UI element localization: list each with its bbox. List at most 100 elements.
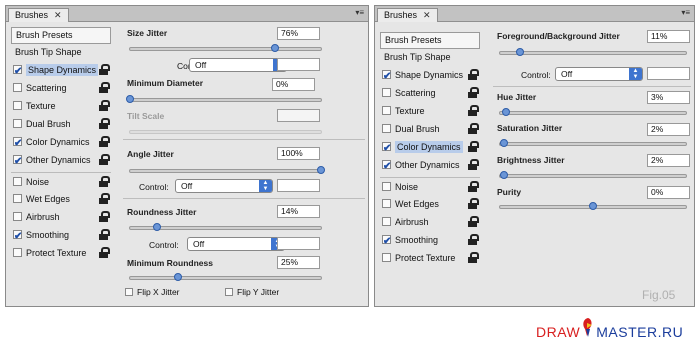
lock-icon[interactable] — [468, 159, 479, 170]
fg-bg-control-select[interactable]: Off ▲ ▼ — [555, 67, 643, 81]
slider-thumb[interactable] — [516, 48, 525, 56]
checkbox-unchecked[interactable] — [13, 194, 22, 203]
sidebar-item-other-dynamics[interactable]: ✔ Other Dynamics — [11, 151, 111, 169]
fg-bg-control-field[interactable] — [647, 67, 690, 80]
checkbox-checked[interactable]: ✔ — [13, 155, 22, 167]
hue-jitter-slider[interactable] — [499, 108, 687, 116]
checkbox-checked[interactable]: ✔ — [382, 160, 391, 172]
slider-thumb[interactable] — [317, 166, 325, 174]
slider-thumb[interactable] — [271, 44, 280, 52]
sidebar-item-shape-dynamics[interactable]: ✔ Shape Dynamics — [11, 61, 111, 79]
angle-control-select[interactable]: Off ▲ ▼ — [175, 179, 273, 193]
checkbox-unchecked[interactable] — [382, 182, 391, 191]
checkbox-unchecked[interactable] — [13, 101, 22, 110]
minimum-diameter-slider[interactable] — [126, 95, 322, 103]
checkbox-checked[interactable]: ✔ — [382, 142, 391, 154]
lock-icon[interactable] — [99, 176, 110, 187]
checkbox-unchecked[interactable] — [382, 217, 391, 226]
flip-y-jitter-checkbox[interactable]: Flip Y Jitter — [225, 287, 279, 297]
sidebar-item-color-dynamics[interactable]: ✔ Color Dynamics — [11, 133, 111, 151]
fg-bg-jitter-slider[interactable] — [499, 48, 687, 56]
checkbox-checked[interactable]: ✔ — [382, 235, 391, 247]
size-control-select[interactable]: Off▲▼ — [189, 58, 287, 72]
checkbox-unchecked[interactable] — [13, 248, 22, 257]
sidebar-item-wet-edges[interactable]: Wet Edges — [380, 195, 480, 213]
checkbox-checked[interactable]: ✔ — [13, 65, 22, 77]
panel-menu-icon[interactable]: ▾≡ — [681, 8, 690, 17]
lock-icon[interactable] — [99, 64, 110, 75]
roundness-control-select[interactable]: Off▲▼ — [187, 237, 285, 251]
checkbox-checked[interactable]: ✔ — [13, 137, 22, 149]
checkbox-checked[interactable]: ✔ — [382, 70, 391, 82]
purity-value[interactable]: 0% — [647, 186, 690, 199]
fg-bg-jitter-value[interactable]: 11% — [647, 30, 690, 43]
hue-jitter-value[interactable]: 3% — [647, 91, 690, 104]
brush-tip-shape-item[interactable]: Brush Tip Shape — [380, 49, 480, 66]
checkbox-unchecked[interactable] — [13, 119, 22, 128]
close-icon[interactable]: ✕ — [423, 10, 431, 20]
sidebar-item-protect-texture[interactable]: Protect Texture — [380, 249, 480, 267]
size-control-field[interactable] — [277, 58, 320, 71]
checkbox-unchecked[interactable] — [13, 83, 22, 92]
checkbox-unchecked[interactable] — [13, 177, 22, 186]
brightness-jitter-slider[interactable] — [499, 171, 687, 179]
close-icon[interactable]: ✕ — [54, 10, 62, 20]
sidebar-item-shape-dynamics[interactable]: ✔ Shape Dynamics — [380, 66, 480, 84]
minimum-roundness-value[interactable]: 25% — [277, 256, 320, 269]
lock-icon[interactable] — [99, 154, 110, 165]
sidebar-item-scattering[interactable]: Scattering — [380, 84, 480, 102]
sidebar-item-texture[interactable]: Texture — [380, 102, 480, 120]
sidebar-item-smoothing[interactable]: ✔ Smoothing — [380, 231, 480, 249]
checkbox-checked[interactable]: ✔ — [13, 230, 22, 242]
sidebar-item-other-dynamics[interactable]: ✔ Other Dynamics — [380, 156, 480, 174]
lock-icon[interactable] — [99, 82, 110, 93]
slider-thumb[interactable] — [499, 139, 508, 147]
sidebar-item-color-dynamics[interactable]: ✔ Color Dynamics — [380, 138, 480, 156]
brush-presets-button[interactable]: Brush Presets — [11, 27, 111, 44]
lock-icon[interactable] — [99, 229, 110, 240]
lock-icon[interactable] — [468, 105, 479, 116]
size-jitter-value[interactable]: 76% — [277, 27, 320, 40]
lock-icon[interactable] — [99, 136, 110, 147]
lock-icon[interactable] — [99, 211, 110, 222]
tab-brushes[interactable]: Brushes ✕ — [8, 8, 69, 22]
brightness-jitter-value[interactable]: 2% — [647, 154, 690, 167]
lock-icon[interactable] — [468, 141, 479, 152]
sidebar-item-airbrush[interactable]: Airbrush — [11, 208, 111, 226]
lock-icon[interactable] — [468, 123, 479, 134]
angle-control-field[interactable] — [277, 179, 320, 192]
slider-thumb[interactable] — [173, 273, 182, 281]
checkbox-unchecked[interactable] — [382, 106, 391, 115]
saturation-jitter-slider[interactable] — [499, 139, 687, 147]
lock-icon[interactable] — [99, 247, 110, 258]
size-jitter-slider[interactable] — [129, 44, 322, 52]
sidebar-item-dual-brush[interactable]: Dual Brush — [380, 120, 480, 138]
angle-jitter-slider[interactable] — [129, 166, 325, 174]
lock-icon[interactable] — [468, 198, 479, 209]
checkbox-unchecked[interactable] — [13, 212, 22, 221]
lock-icon[interactable] — [99, 193, 110, 204]
saturation-jitter-value[interactable]: 2% — [647, 123, 690, 136]
angle-jitter-value[interactable]: 100% — [277, 147, 320, 160]
checkbox-unchecked[interactable] — [382, 124, 391, 133]
lock-icon[interactable] — [468, 252, 479, 263]
sidebar-item-smoothing[interactable]: ✔ Smoothing — [11, 226, 111, 244]
sidebar-item-scattering[interactable]: Scattering — [11, 79, 111, 97]
panel-menu-icon[interactable]: ▾≡ — [355, 8, 364, 17]
lock-icon[interactable] — [468, 216, 479, 227]
roundness-control-field[interactable] — [277, 237, 320, 250]
brush-presets-button[interactable]: Brush Presets — [380, 32, 480, 49]
lock-icon[interactable] — [468, 181, 479, 192]
sidebar-item-dual-brush[interactable]: Dual Brush — [11, 115, 111, 133]
lock-icon[interactable] — [99, 100, 110, 111]
sidebar-item-noise[interactable]: Noise — [380, 177, 480, 195]
lock-icon[interactable] — [468, 234, 479, 245]
roundness-jitter-slider[interactable] — [129, 223, 322, 231]
brush-tip-shape-item[interactable]: Brush Tip Shape — [11, 44, 111, 61]
minimum-roundness-slider[interactable] — [129, 273, 322, 281]
tab-brushes[interactable]: Brushes ✕ — [377, 8, 438, 22]
purity-slider[interactable] — [499, 202, 687, 210]
lock-icon[interactable] — [468, 87, 479, 98]
slider-thumb[interactable] — [126, 95, 134, 103]
lock-icon[interactable] — [468, 69, 479, 80]
